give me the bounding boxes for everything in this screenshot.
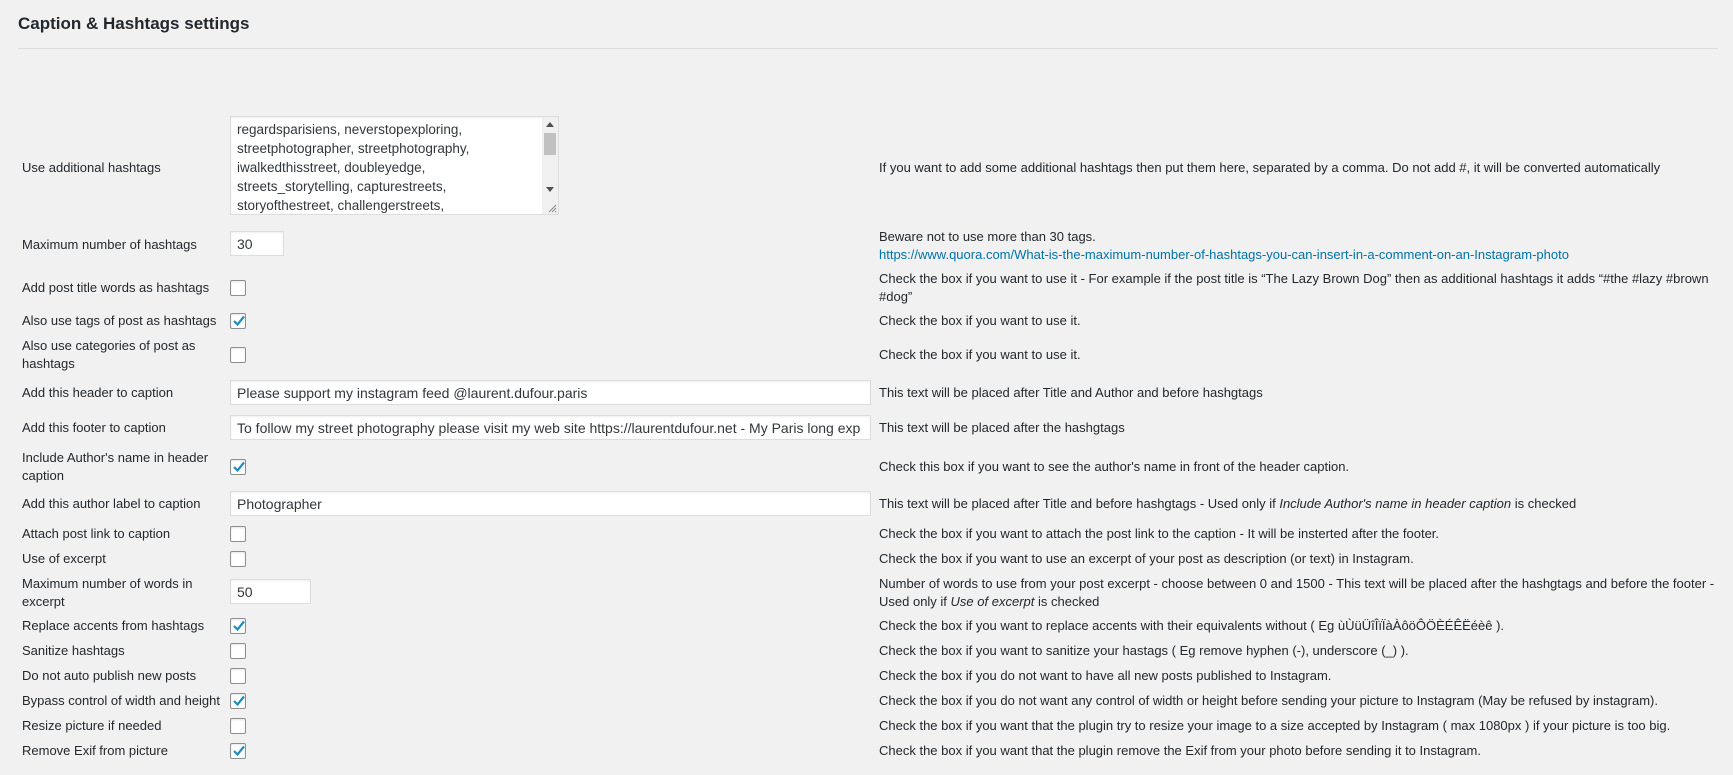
author-label-desc-tail: is checked	[1511, 496, 1577, 511]
row-replace-accents: Replace accents from hashtags Check the …	[0, 617, 1733, 634]
max-hashtags-label: Maximum number of hashtags	[22, 237, 197, 252]
additional-hashtags-description: If you want to add some additional hasht…	[879, 160, 1661, 175]
author-name-label: Include Author's name in header caption	[22, 450, 209, 483]
max-hashtags-input[interactable]: 30	[230, 231, 284, 256]
scroll-thumb[interactable]	[544, 133, 556, 155]
tags-as-hashtags-description: Check the box if you want to use it.	[879, 313, 1081, 328]
author-name-description: Check this box if you want to see the au…	[879, 459, 1350, 474]
checkmark-icon	[233, 461, 245, 473]
post-link-description: Check the box if you want to attach the …	[879, 526, 1440, 541]
post-link-checkbox[interactable]	[230, 526, 246, 542]
remove-exif-description: Check the box if you want that the plugi…	[879, 743, 1481, 758]
author-label-input[interactable]: Photographer	[230, 491, 871, 516]
categories-as-hashtags-label: Also use categories of post as hashtags	[22, 338, 196, 371]
page-title: Caption & Hashtags settings	[18, 14, 250, 33]
no-auto-publish-checkbox[interactable]	[230, 668, 246, 684]
replace-accents-description: Check the box if you want to replace acc…	[879, 618, 1505, 633]
header-caption-label: Add this header to caption	[22, 385, 174, 400]
author-label-description: This text will be placed after Title and…	[879, 495, 1719, 513]
scroll-up-arrow-icon[interactable]	[546, 122, 554, 127]
resize-description: Check the box if you want that the plugi…	[879, 718, 1671, 733]
remove-exif-label: Remove Exif from picture	[22, 743, 168, 758]
checkmark-icon	[233, 745, 245, 757]
max-words-desc-tail: is checked	[1034, 594, 1100, 609]
excerpt-checkbox[interactable]	[230, 551, 246, 567]
row-no-auto-publish: Do not auto publish new posts Check the …	[0, 667, 1733, 684]
quora-link[interactable]: https://www.quora.com/What-is-the-maximu…	[879, 247, 1569, 262]
bypass-control-description: Check the box if you do not want any con…	[879, 693, 1658, 708]
author-label-desc-emphasis: Include Author's name in header caption	[1279, 496, 1512, 511]
post-link-label: Attach post link to caption	[22, 526, 171, 541]
footer-caption-label: Add this footer to caption	[22, 420, 166, 435]
scroll-down-arrow-icon[interactable]	[546, 187, 554, 192]
row-resize: Resize picture if needed Check the box i…	[0, 717, 1733, 734]
checkmark-icon	[233, 695, 245, 707]
replace-accents-label: Replace accents from hashtags	[22, 618, 205, 633]
post-title-words-checkbox[interactable]	[230, 280, 246, 296]
post-title-words-description: Check the box if you want to use it - Fo…	[879, 271, 1709, 304]
categories-as-hashtags-description: Check the box if you want to use it.	[879, 347, 1081, 362]
row-post-title-words: Add post title words as hashtags Check t…	[0, 270, 1733, 304]
row-categories-as-hashtags: Also use categories of post as hashtags …	[0, 337, 1733, 371]
checkmark-icon	[233, 620, 245, 632]
header-caption-description: This text will be placed after Title and…	[879, 385, 1263, 400]
bypass-control-label: Bypass control of width and height	[22, 693, 221, 708]
excerpt-description: Check the box if you want to use an exce…	[879, 551, 1414, 566]
max-words-label: Maximum number of words in excerpt	[22, 576, 193, 609]
row-author-name: Include Author's name in header caption …	[0, 449, 1733, 483]
row-sanitize: Sanitize hashtags Check the box if you w…	[0, 642, 1733, 659]
categories-as-hashtags-checkbox[interactable]	[230, 347, 246, 363]
resize-grip-icon[interactable]	[547, 203, 557, 213]
max-words-description: Number of words to use from your post ex…	[879, 575, 1719, 611]
sanitize-checkbox[interactable]	[230, 643, 246, 659]
title-divider	[18, 48, 1718, 49]
max-hashtags-description: Beware not to use more than 30 tags. htt…	[879, 228, 1719, 264]
author-name-checkbox[interactable]	[230, 459, 246, 475]
row-additional-hashtags: Use additional hashtags regardsparisiens…	[0, 116, 1733, 215]
author-label-label: Add this author label to caption	[22, 496, 201, 511]
row-bypass-control: Bypass control of width and height Check…	[0, 692, 1733, 709]
tags-as-hashtags-checkbox[interactable]	[230, 313, 246, 329]
bypass-control-checkbox[interactable]	[230, 693, 246, 709]
checkmark-icon	[233, 315, 245, 327]
row-tags-as-hashtags: Also use tags of post as hashtags Check …	[0, 312, 1733, 329]
max-words-input[interactable]: 50	[230, 579, 311, 604]
author-label-desc-text: This text will be placed after Title and…	[879, 496, 1280, 511]
header-caption-input[interactable]: Please support my instagram feed @lauren…	[230, 380, 871, 405]
resize-label: Resize picture if needed	[22, 718, 162, 733]
row-remove-exif: Remove Exif from picture Check the box i…	[0, 742, 1733, 759]
textarea-scrollbar[interactable]	[542, 117, 558, 214]
additional-hashtags-label: Use additional hashtags	[22, 160, 161, 175]
excerpt-label: Use of excerpt	[22, 551, 106, 566]
no-auto-publish-label: Do not auto publish new posts	[22, 668, 197, 683]
footer-caption-input[interactable]: To follow my street photography please v…	[230, 415, 871, 440]
additional-hashtags-value: regardsparisiens, neverstopexploring, st…	[237, 122, 470, 213]
sanitize-description: Check the box if you want to sanitize yo…	[879, 643, 1409, 658]
sanitize-label: Sanitize hashtags	[22, 643, 125, 658]
max-hashtags-warning: Beware not to use more than 30 tags.	[879, 229, 1096, 244]
max-words-desc-emphasis: Use of excerpt	[950, 594, 1035, 609]
no-auto-publish-description: Check the box if you do not want to have…	[879, 668, 1332, 683]
footer-caption-description: This text will be placed after the hashg…	[879, 420, 1125, 435]
row-post-link: Attach post link to caption Check the bo…	[0, 525, 1733, 542]
replace-accents-checkbox[interactable]	[230, 618, 246, 634]
post-title-words-label: Add post title words as hashtags	[22, 280, 210, 295]
additional-hashtags-textarea[interactable]: regardsparisiens, neverstopexploring, st…	[230, 116, 559, 215]
tags-as-hashtags-label: Also use tags of post as hashtags	[22, 313, 217, 328]
resize-checkbox[interactable]	[230, 718, 246, 734]
remove-exif-checkbox[interactable]	[230, 743, 246, 759]
row-excerpt: Use of excerpt Check the box if you want…	[0, 550, 1733, 567]
